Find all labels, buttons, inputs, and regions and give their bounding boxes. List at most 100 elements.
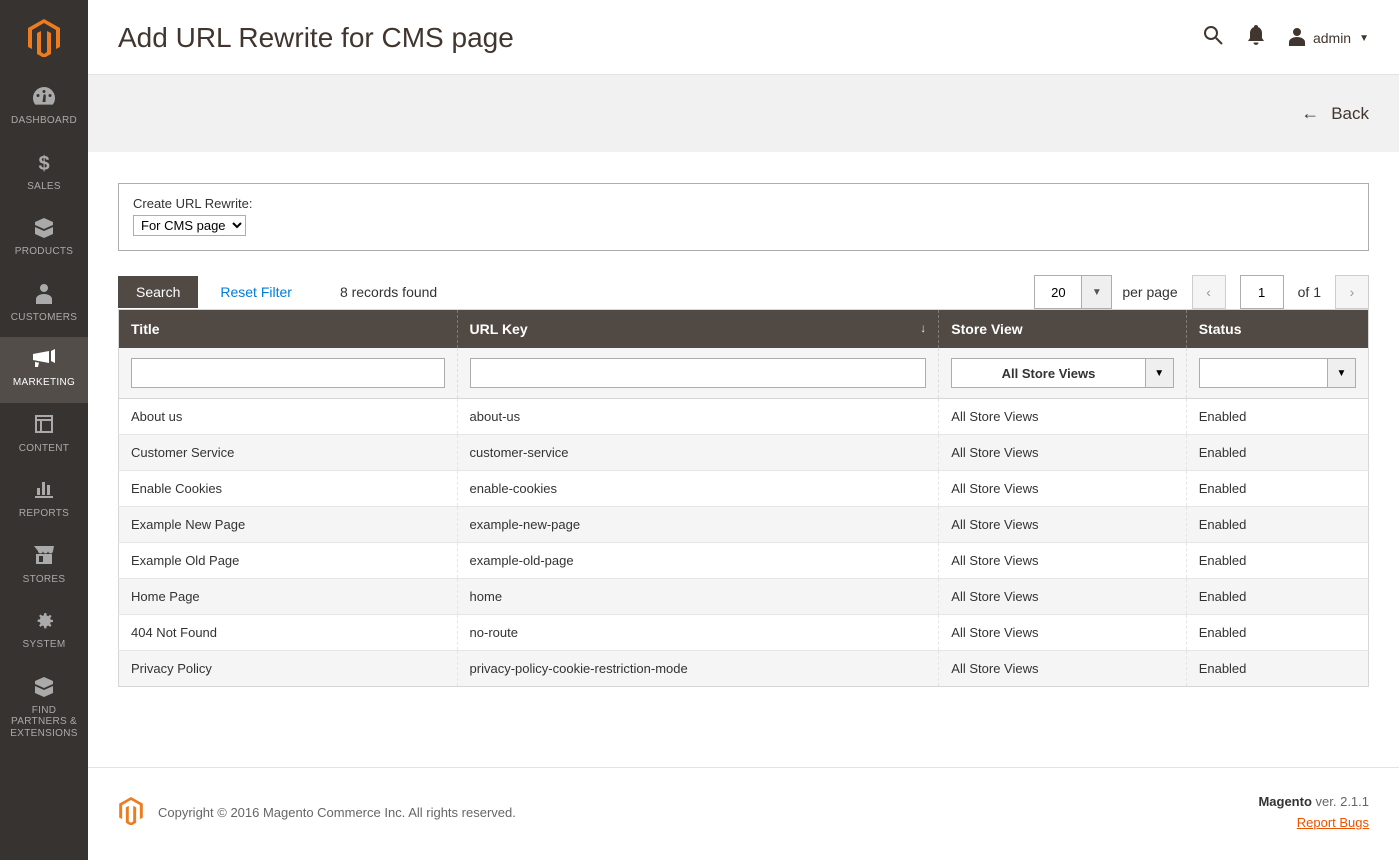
cell-storeview: All Store Views bbox=[939, 651, 1186, 687]
toolbar-right: ▼ per page ‹ of 1 › bbox=[1034, 275, 1369, 309]
search-icon[interactable] bbox=[1203, 25, 1223, 51]
sidebar-item-sales[interactable]: $ SALES bbox=[0, 141, 88, 207]
filter-status-select[interactable]: ▼ bbox=[1199, 358, 1356, 388]
cell-status: Enabled bbox=[1186, 615, 1368, 651]
system-icon bbox=[34, 611, 54, 633]
per-page-input[interactable] bbox=[1035, 276, 1081, 308]
search-button[interactable]: Search bbox=[118, 276, 198, 308]
cms-pages-table: Title URL Key↓ Store View Status All Sto… bbox=[118, 309, 1369, 687]
table-row[interactable]: Example New Pageexample-new-pageAll Stor… bbox=[119, 507, 1369, 543]
cell-status: Enabled bbox=[1186, 543, 1368, 579]
sidebar-item-marketing[interactable]: MARKETING bbox=[0, 337, 88, 403]
action-bar: ← Back bbox=[88, 74, 1399, 153]
dashboard-icon bbox=[33, 87, 55, 109]
table-row[interactable]: Home PagehomeAll Store ViewsEnabled bbox=[119, 579, 1369, 615]
col-header-storeview[interactable]: Store View bbox=[939, 310, 1186, 349]
caret-down-icon: ▼ bbox=[1359, 33, 1369, 44]
footer-copyright: Copyright © 2016 Magento Commerce Inc. A… bbox=[158, 805, 516, 820]
back-button[interactable]: ← Back bbox=[1301, 103, 1369, 124]
page-header: Add URL Rewrite for CMS page admin ▼ bbox=[88, 0, 1399, 74]
table-row[interactable]: Privacy Policyprivacy-policy-cookie-rest… bbox=[119, 651, 1369, 687]
filter-title-input[interactable] bbox=[131, 358, 445, 388]
filter-storeview-select[interactable]: All Store Views ▼ bbox=[951, 358, 1173, 388]
sidebar-item-customers[interactable]: CUSTOMERS bbox=[0, 272, 88, 338]
cell-title: Customer Service bbox=[119, 435, 458, 471]
filter-storeview-dropdown-button[interactable]: ▼ bbox=[1145, 359, 1173, 387]
cell-urlkey: privacy-policy-cookie-restriction-mode bbox=[457, 651, 939, 687]
pager: ‹ of 1 › bbox=[1192, 275, 1369, 309]
cell-title: Example New Page bbox=[119, 507, 458, 543]
footer-brand: Magento bbox=[1258, 794, 1311, 809]
cell-urlkey: example-new-page bbox=[457, 507, 939, 543]
sidebar-logo[interactable] bbox=[0, 0, 88, 75]
per-page-dropdown-button[interactable]: ▼ bbox=[1081, 276, 1111, 308]
sort-indicator-icon: ↓ bbox=[920, 321, 926, 335]
sidebar-item-reports[interactable]: REPORTS bbox=[0, 468, 88, 534]
sidebar-label: SALES bbox=[27, 181, 61, 193]
toolbar-left: Search Reset Filter 8 records found bbox=[118, 276, 437, 308]
filter-status-dropdown-button[interactable]: ▼ bbox=[1327, 359, 1355, 387]
sidebar-label: CUSTOMERS bbox=[11, 312, 77, 324]
page-input[interactable] bbox=[1240, 275, 1284, 309]
main: Add URL Rewrite for CMS page admin ▼ ← B… bbox=[88, 0, 1399, 864]
stores-icon bbox=[34, 546, 54, 568]
admin-user-menu[interactable]: admin ▼ bbox=[1289, 28, 1369, 49]
cell-urlkey: about-us bbox=[457, 399, 939, 435]
table-row[interactable]: Customer Servicecustomer-serviceAll Stor… bbox=[119, 435, 1369, 471]
cell-urlkey: no-route bbox=[457, 615, 939, 651]
sidebar-label: MARKETING bbox=[13, 377, 75, 389]
sidebar-item-system[interactable]: SYSTEM bbox=[0, 599, 88, 665]
cell-title: About us bbox=[119, 399, 458, 435]
col-header-title[interactable]: Title bbox=[119, 310, 458, 349]
magento-logo-icon bbox=[27, 19, 61, 57]
sidebar-label: FIND PARTNERS & EXTENSIONS bbox=[4, 705, 84, 740]
partners-icon bbox=[34, 677, 54, 699]
pager-next-button[interactable]: › bbox=[1335, 275, 1369, 309]
cell-status: Enabled bbox=[1186, 435, 1368, 471]
arrow-left-icon: ← bbox=[1301, 103, 1319, 124]
table-row[interactable]: 404 Not Foundno-routeAll Store ViewsEnab… bbox=[119, 615, 1369, 651]
cell-title: Home Page bbox=[119, 579, 458, 615]
table-row[interactable]: Enable Cookiesenable-cookiesAll Store Vi… bbox=[119, 471, 1369, 507]
col-header-urlkey[interactable]: URL Key↓ bbox=[457, 310, 939, 349]
marketing-icon bbox=[33, 349, 55, 371]
sidebar-item-partners[interactable]: FIND PARTNERS & EXTENSIONS bbox=[0, 665, 88, 754]
grid-toolbar: Search Reset Filter 8 records found ▼ pe… bbox=[118, 275, 1369, 309]
cell-title: Enable Cookies bbox=[119, 471, 458, 507]
report-bugs-link[interactable]: Report Bugs bbox=[1297, 815, 1369, 830]
sidebar-item-dashboard[interactable]: DASHBOARD bbox=[0, 75, 88, 141]
page-of-label: of 1 bbox=[1298, 284, 1321, 300]
sidebar-label: PRODUCTS bbox=[15, 246, 74, 258]
pager-prev-button[interactable]: ‹ bbox=[1192, 275, 1226, 309]
cell-storeview: All Store Views bbox=[939, 435, 1186, 471]
cell-storeview: All Store Views bbox=[939, 471, 1186, 507]
customers-icon bbox=[36, 284, 52, 306]
cell-urlkey: home bbox=[457, 579, 939, 615]
sidebar-label: DASHBOARD bbox=[11, 115, 77, 127]
back-label: Back bbox=[1331, 104, 1369, 124]
notifications-icon[interactable] bbox=[1247, 25, 1265, 51]
sidebar-label: CONTENT bbox=[19, 443, 69, 455]
sidebar-item-stores[interactable]: STORES bbox=[0, 534, 88, 600]
cell-status: Enabled bbox=[1186, 579, 1368, 615]
table-row[interactable]: About usabout-usAll Store ViewsEnabled bbox=[119, 399, 1369, 435]
reset-filter-link[interactable]: Reset Filter bbox=[220, 284, 292, 300]
col-header-status[interactable]: Status bbox=[1186, 310, 1368, 349]
cell-title: Privacy Policy bbox=[119, 651, 458, 687]
table-row[interactable]: Example Old Pageexample-old-pageAll Stor… bbox=[119, 543, 1369, 579]
create-rewrite-label: Create URL Rewrite: bbox=[133, 196, 1354, 211]
cell-storeview: All Store Views bbox=[939, 579, 1186, 615]
sidebar: DASHBOARD $ SALES PRODUCTS CUSTOMERS MAR… bbox=[0, 0, 88, 860]
cell-urlkey: enable-cookies bbox=[457, 471, 939, 507]
create-rewrite-select[interactable]: For CMS page bbox=[133, 215, 246, 236]
user-icon bbox=[1289, 28, 1305, 49]
sidebar-item-content[interactable]: CONTENT bbox=[0, 403, 88, 469]
records-found: 8 records found bbox=[340, 284, 437, 300]
sales-icon: $ bbox=[38, 153, 49, 175]
filter-urlkey-input[interactable] bbox=[470, 358, 927, 388]
sidebar-item-products[interactable]: PRODUCTS bbox=[0, 206, 88, 272]
cell-status: Enabled bbox=[1186, 471, 1368, 507]
footer-version: ver. 2.1.1 bbox=[1312, 794, 1369, 809]
page-title: Add URL Rewrite for CMS page bbox=[118, 22, 514, 54]
sidebar-label: REPORTS bbox=[19, 508, 69, 520]
